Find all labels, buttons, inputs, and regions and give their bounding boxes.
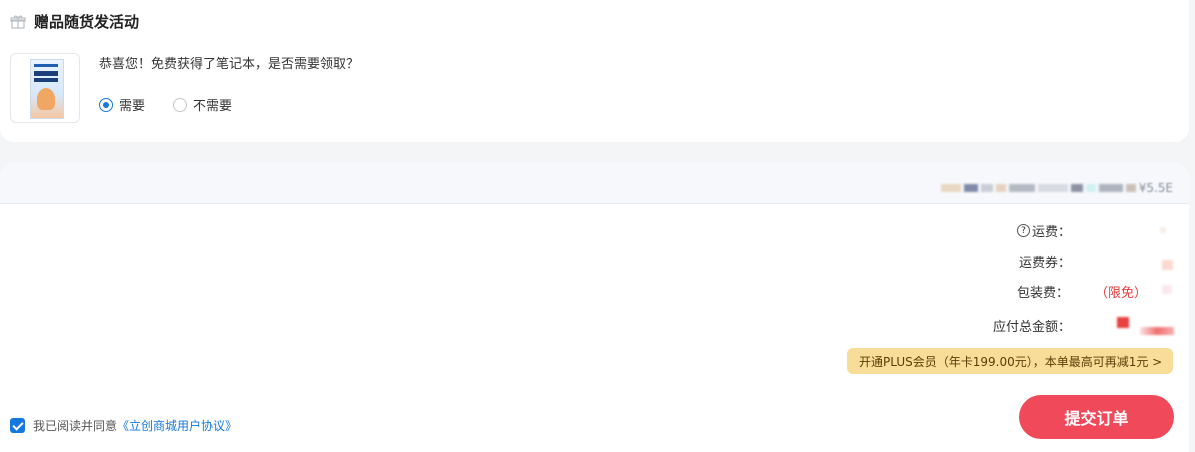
gift-activity-card: 赠品随货发活动 恭喜您！免费获得了笔记本，是否需要领取？ 需要 不需要: [0, 0, 1189, 142]
shipping-value-blurred: [1160, 227, 1166, 233]
summary-amount: ¥5.5E: [1138, 181, 1173, 195]
agreement-link[interactable]: 《立创商城用户协议》: [117, 417, 237, 434]
radio-unchecked-icon: [173, 97, 188, 112]
shipping-label: 运费：: [1031, 225, 1071, 240]
agreement-prefix: 我已阅读并同意: [33, 419, 118, 433]
agreement-checkbox[interactable]: [10, 418, 25, 433]
gift-choice-group: 需要 不需要: [99, 95, 260, 114]
total-value-blurred-b: [1140, 327, 1174, 335]
gift-title: 赠品随货发活动: [34, 13, 140, 31]
total-value-blurred-a: [1117, 317, 1129, 328]
radio-need-label: 需要: [119, 99, 146, 114]
gift-icon: [10, 14, 26, 30]
shipping-row: ? 运费：: [1016, 221, 1147, 240]
gift-header: 赠品随货发活动: [10, 11, 139, 32]
packaging-label: 包装费：: [1016, 286, 1069, 301]
question-icon[interactable]: ?: [1016, 224, 1030, 237]
packaging-row: 包装费： （限免）: [1017, 282, 1147, 301]
radio-not-need-label: 不需要: [193, 99, 233, 114]
radio-not-need[interactable]: 不需要: [173, 95, 232, 114]
book-cover: [30, 59, 64, 119]
radio-checked-icon: [99, 97, 113, 112]
agreement-row: 我已阅读并同意 《立创商城用户协议》: [10, 417, 237, 434]
gift-product-image[interactable]: [10, 53, 80, 123]
shipping-coupon-value-blurred: [1162, 260, 1173, 270]
plus-membership-offer[interactable]: 开通PLUS会员（年卡199.00元），本单最高可再减1元 >: [847, 348, 1173, 374]
packaging-extra-blurred: [1162, 285, 1172, 294]
radio-need[interactable]: 需要: [99, 95, 145, 114]
gift-question-text: 恭喜您！免费获得了笔记本，是否需要领取？: [99, 57, 360, 72]
order-summary-strip: ¥5.5E: [0, 163, 1189, 204]
submit-order-button[interactable]: 提交订单: [1019, 395, 1174, 439]
total-label: 应付总金额：: [992, 320, 1071, 335]
shipping-coupon-label: 运费券：: [1018, 256, 1071, 271]
shipping-coupon-row: 运费券：: [1019, 252, 1147, 271]
packaging-value: （限免）: [1094, 286, 1147, 301]
order-summary-card: ¥5.5E ? 运费： 运费券： 包装费： （限免） 应付总金额： 开通PLUS…: [0, 163, 1189, 452]
blurred-summary-text: ¥5.5E: [940, 181, 1173, 195]
